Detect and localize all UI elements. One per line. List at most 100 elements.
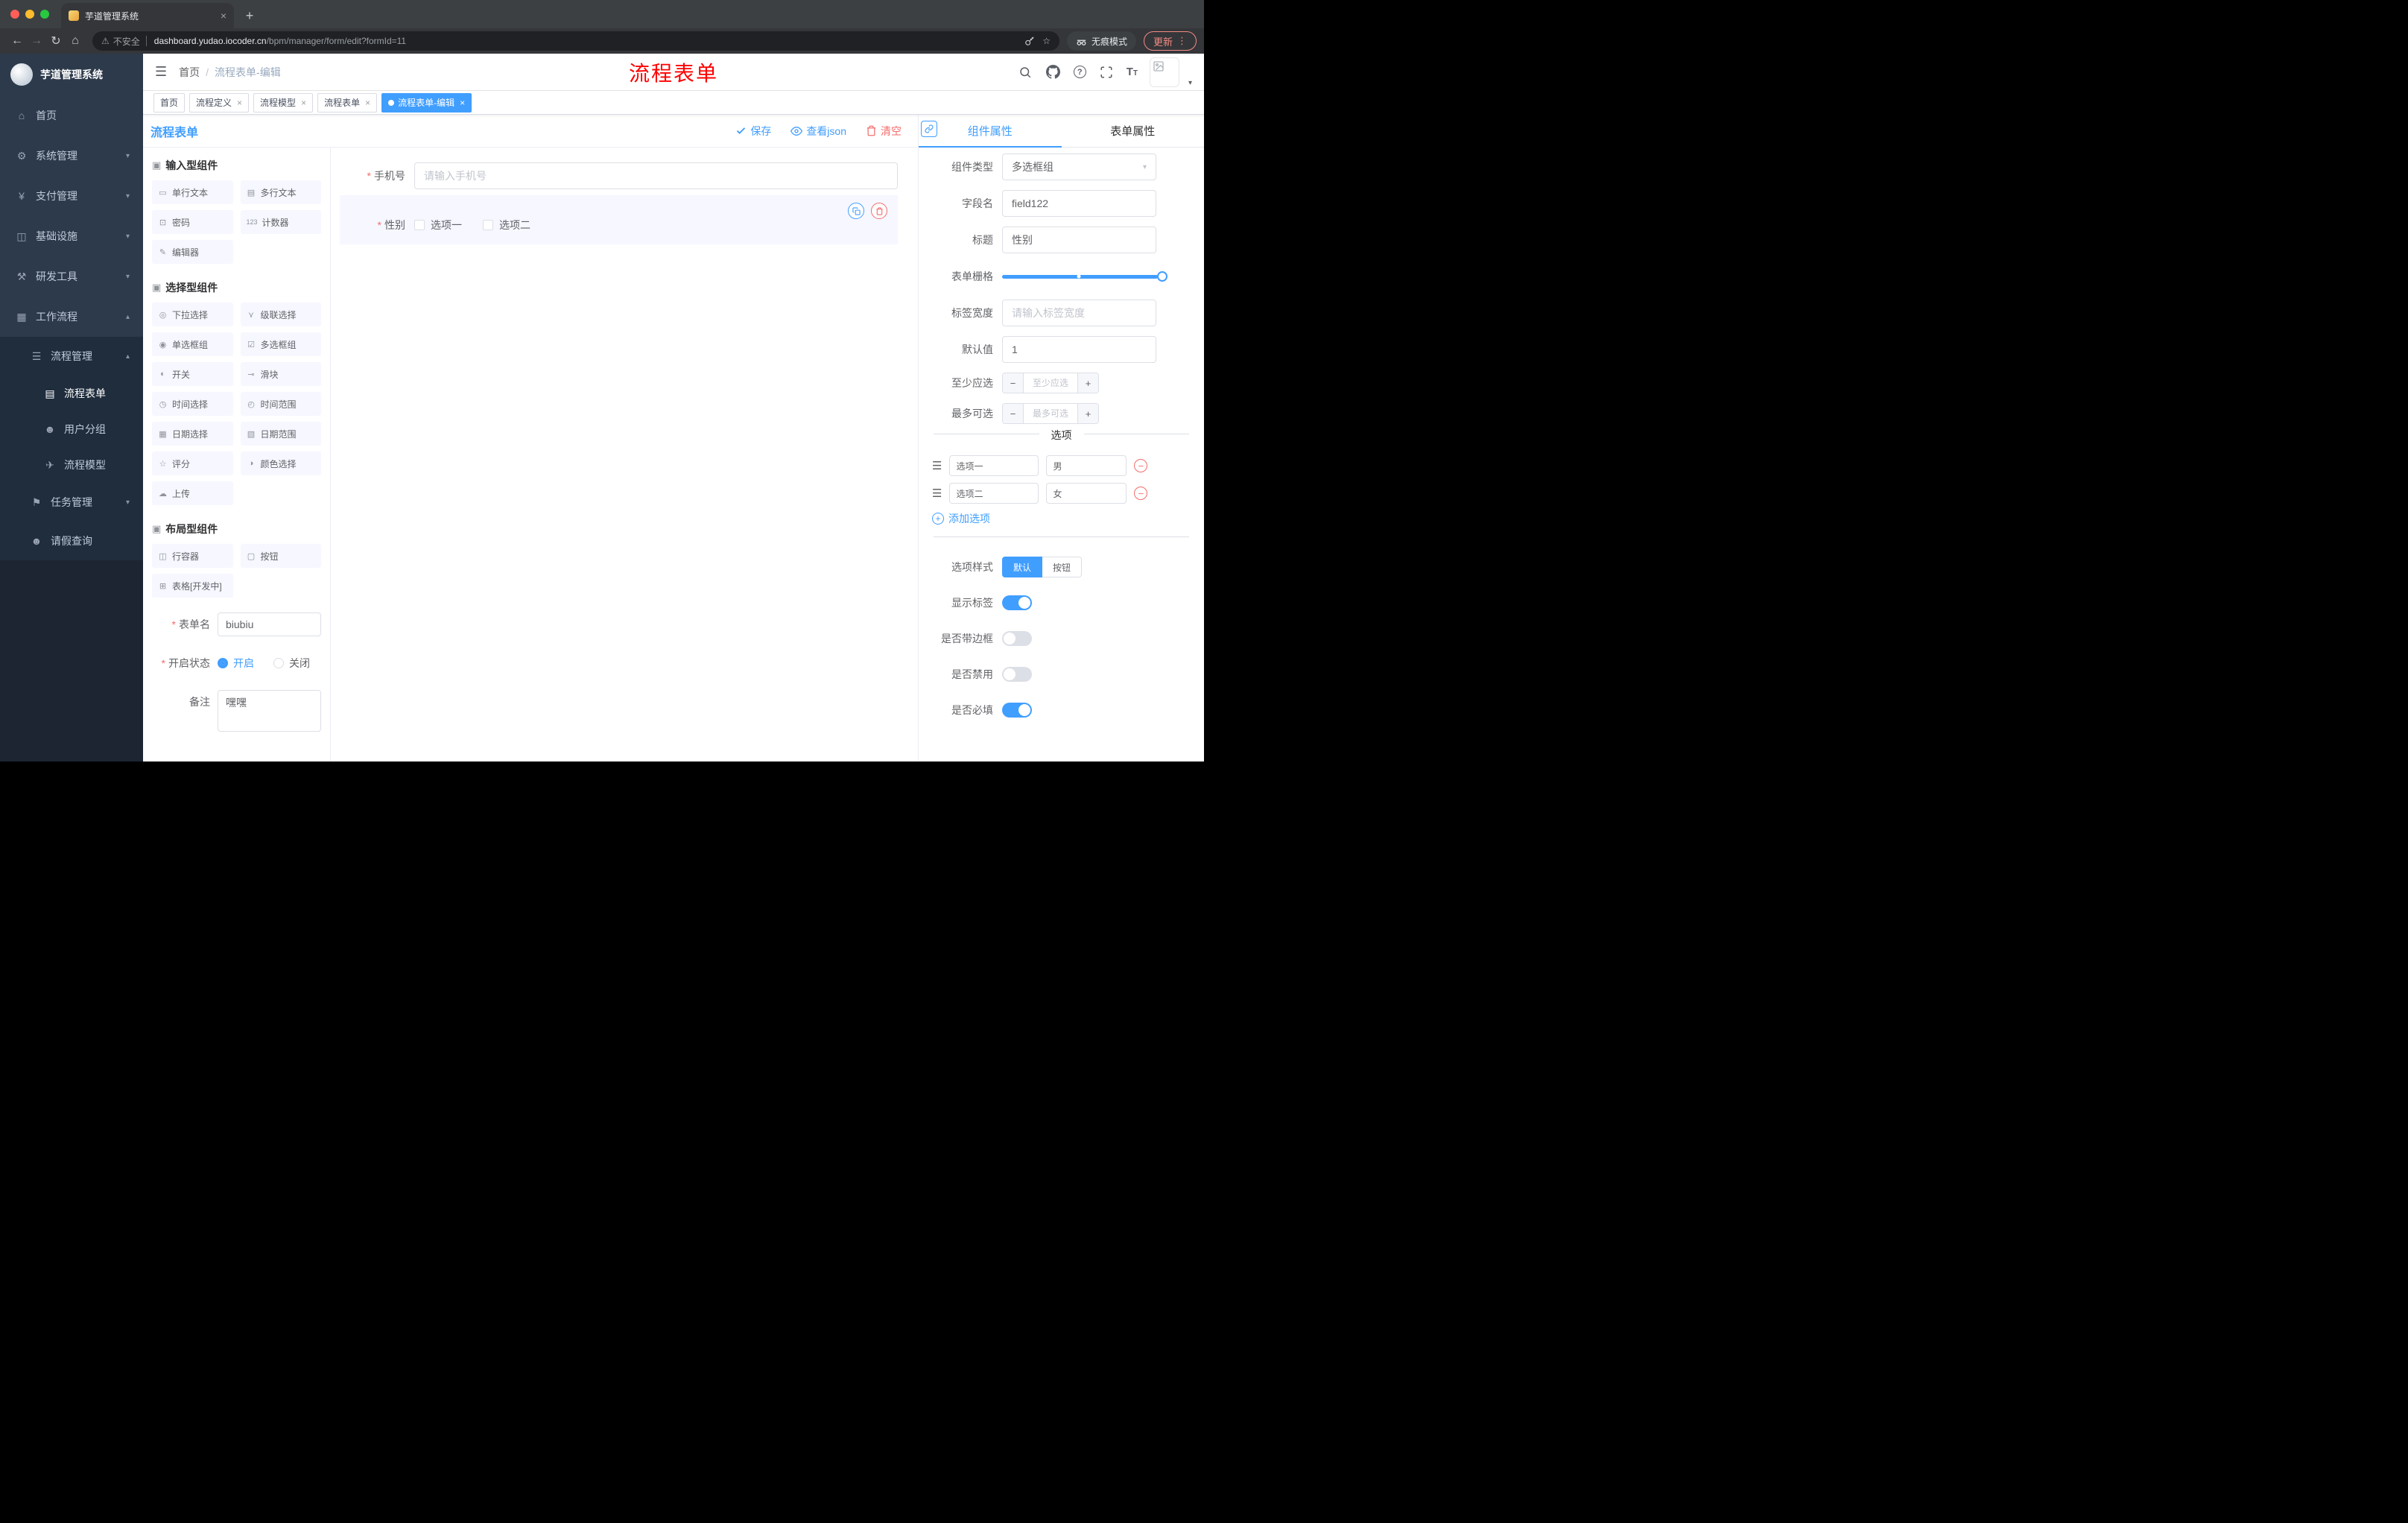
palette-item-rate[interactable]: ☆ 评分 (152, 452, 233, 475)
tag-home[interactable]: 首页 (153, 92, 186, 113)
min-select-stepper[interactable]: − + (1002, 373, 1099, 393)
style-button-button[interactable]: 按钮 (1042, 557, 1083, 577)
status-off-radio[interactable]: 关闭 (273, 656, 310, 671)
disabled-toggle[interactable] (1002, 667, 1032, 682)
palette-item-editor[interactable]: ✎ 编辑器 (152, 240, 233, 264)
plus-icon[interactable]: + (1077, 404, 1098, 423)
palette-item-time-picker[interactable]: ◷ 时间选择 (152, 392, 233, 416)
save-button[interactable]: 保存 (735, 124, 771, 139)
sidebar-item-infrastructure[interactable]: ◫ 基础设施 ▾ (0, 216, 143, 256)
label-width-input[interactable] (1002, 300, 1156, 326)
tag-close-icon[interactable]: × (365, 98, 370, 108)
remove-option-icon[interactable]: − (1134, 487, 1148, 500)
max-select-stepper[interactable]: − + (1002, 403, 1099, 424)
palette-item-row-container[interactable]: ◫ 行容器 (152, 544, 233, 568)
clear-button[interactable]: 清空 (866, 124, 902, 139)
form-remark-textarea[interactable]: 嘿嘿 (218, 690, 321, 732)
sidebar-item-dev-tools[interactable]: ⚒ 研发工具 ▾ (0, 256, 143, 297)
minus-icon[interactable]: − (1003, 373, 1024, 393)
breadcrumb-home[interactable]: 首页 (179, 65, 200, 80)
max-select-input[interactable] (1024, 404, 1077, 423)
sidebar-item-workflow[interactable]: ▦ 工作流程 ▴ (0, 297, 143, 337)
gender-option-2-checkbox[interactable]: 选项二 (483, 218, 530, 232)
phone-input[interactable] (414, 162, 898, 189)
home-icon[interactable]: ⌂ (66, 31, 85, 51)
tag-close-icon[interactable]: × (301, 98, 306, 108)
sidebar-item-process-management[interactable]: ☰ 流程管理 ▴ (0, 337, 143, 376)
palette-item-slider[interactable]: ⊸ 滑块 (240, 362, 321, 386)
form-name-input[interactable] (218, 612, 321, 636)
bookmark-star-icon[interactable]: ☆ (1042, 36, 1051, 46)
hamburger-icon[interactable]: ☰ (155, 64, 167, 80)
component-type-select[interactable]: 多选框组 ▾ (1002, 153, 1156, 180)
add-option-button[interactable]: + 添加选项 (919, 511, 1204, 526)
zoom-window-button[interactable] (40, 10, 49, 19)
browser-tab[interactable]: 芋道管理系统 × (61, 3, 234, 28)
palette-item-checkbox-group[interactable]: ☑ 多选框组 (240, 332, 321, 356)
search-icon[interactable] (1017, 64, 1033, 80)
tab-component-props[interactable]: 组件属性 (919, 115, 1062, 148)
palette-item-switch[interactable]: ◐ 开关 (152, 362, 233, 386)
option-1-name-input[interactable] (949, 455, 1039, 476)
link-badge-icon[interactable] (921, 121, 937, 137)
palette-item-password[interactable]: ⊡ 密码 (152, 210, 233, 234)
sidebar-item-leave-query[interactable]: ☻ 请假查询 (0, 522, 143, 560)
tab-form-props[interactable]: 表单属性 (1062, 115, 1205, 147)
delete-component-button[interactable] (871, 203, 887, 219)
back-icon[interactable]: ← (7, 31, 27, 51)
tag-process-form[interactable]: 流程表单 × (317, 92, 378, 113)
sidebar-item-home[interactable]: ⌂ 首页 (0, 95, 143, 136)
tag-process-model[interactable]: 流程模型 × (253, 92, 314, 113)
min-select-input[interactable] (1024, 373, 1077, 393)
show-label-toggle[interactable] (1002, 595, 1032, 610)
field-name-input[interactable] (1002, 190, 1156, 217)
sidebar-item-process-model[interactable]: ✈ 流程模型 (0, 447, 143, 483)
sidebar-item-user-group[interactable]: ☻ 用户分组 (0, 411, 143, 447)
plus-icon[interactable]: + (1077, 373, 1098, 393)
tab-close-icon[interactable]: × (221, 10, 226, 21)
tag-process-form-edit[interactable]: 流程表单-编辑 × (381, 92, 472, 113)
form-canvas[interactable]: 手机号 (331, 148, 918, 762)
github-icon[interactable] (1045, 64, 1062, 80)
option-2-value-input[interactable] (1046, 483, 1127, 504)
fullscreen-icon[interactable] (1098, 64, 1115, 80)
palette-item-single-line-text[interactable]: ▭ 单行文本 (152, 180, 233, 204)
tag-process-definition[interactable]: 流程定义 × (189, 92, 250, 113)
gender-option-1-checkbox[interactable]: 选项一 (414, 218, 462, 232)
address-bar[interactable]: ⚠ 不安全 dashboard.yudao.iocoder.cn /bpm/ma… (92, 31, 1059, 51)
new-tab-button[interactable]: + (240, 6, 259, 25)
sidebar-item-task-management[interactable]: ⚑ 任务管理 ▾ (0, 483, 143, 522)
reload-icon[interactable]: ↻ (46, 31, 66, 51)
minimize-window-button[interactable] (25, 10, 34, 19)
slider-handle[interactable] (1157, 271, 1167, 282)
menu-kebab-icon[interactable]: ⋮ (1177, 35, 1187, 47)
palette-item-cascader[interactable]: ⋎ 级联选择 (240, 303, 321, 326)
status-on-radio[interactable]: 开启 (218, 656, 254, 671)
sidebar-item-payment[interactable]: ¥ 支付管理 ▾ (0, 176, 143, 216)
tag-close-icon[interactable]: × (237, 98, 242, 108)
option-2-name-input[interactable] (949, 483, 1039, 504)
update-browser-button[interactable]: 更新 ⋮ (1143, 31, 1197, 51)
drag-handle-icon[interactable]: ☰ (932, 487, 942, 500)
palette-item-table[interactable]: ⊞ 表格[开发中] (152, 574, 233, 598)
password-key-icon[interactable] (1024, 36, 1035, 46)
user-avatar[interactable] (1149, 57, 1179, 87)
palette-item-counter[interactable]: 123 计数器 (240, 210, 321, 234)
view-json-button[interactable]: 查看json (790, 124, 846, 139)
style-default-button[interactable]: 默认 (1002, 557, 1043, 577)
remove-option-icon[interactable]: − (1134, 459, 1148, 472)
forward-icon[interactable]: → (27, 31, 46, 51)
with-border-toggle[interactable] (1002, 631, 1032, 646)
palette-item-button[interactable]: ▢ 按钮 (240, 544, 321, 568)
palette-item-multi-line-text[interactable]: ▤ 多行文本 (240, 180, 321, 204)
palette-item-color-picker[interactable]: ◑ 颜色选择 (240, 452, 321, 475)
close-window-button[interactable] (10, 10, 19, 19)
form-grid-slider[interactable] (1002, 263, 1167, 290)
palette-item-time-range[interactable]: ◴ 时间范围 (240, 392, 321, 416)
title-input[interactable] (1002, 227, 1156, 253)
default-value-input[interactable] (1002, 336, 1156, 363)
tag-close-icon[interactable]: × (460, 98, 465, 108)
sidebar-item-process-form[interactable]: ▤ 流程表单 (0, 376, 143, 411)
palette-item-upload[interactable]: ☁ 上传 (152, 481, 233, 505)
minus-icon[interactable]: − (1003, 404, 1024, 423)
